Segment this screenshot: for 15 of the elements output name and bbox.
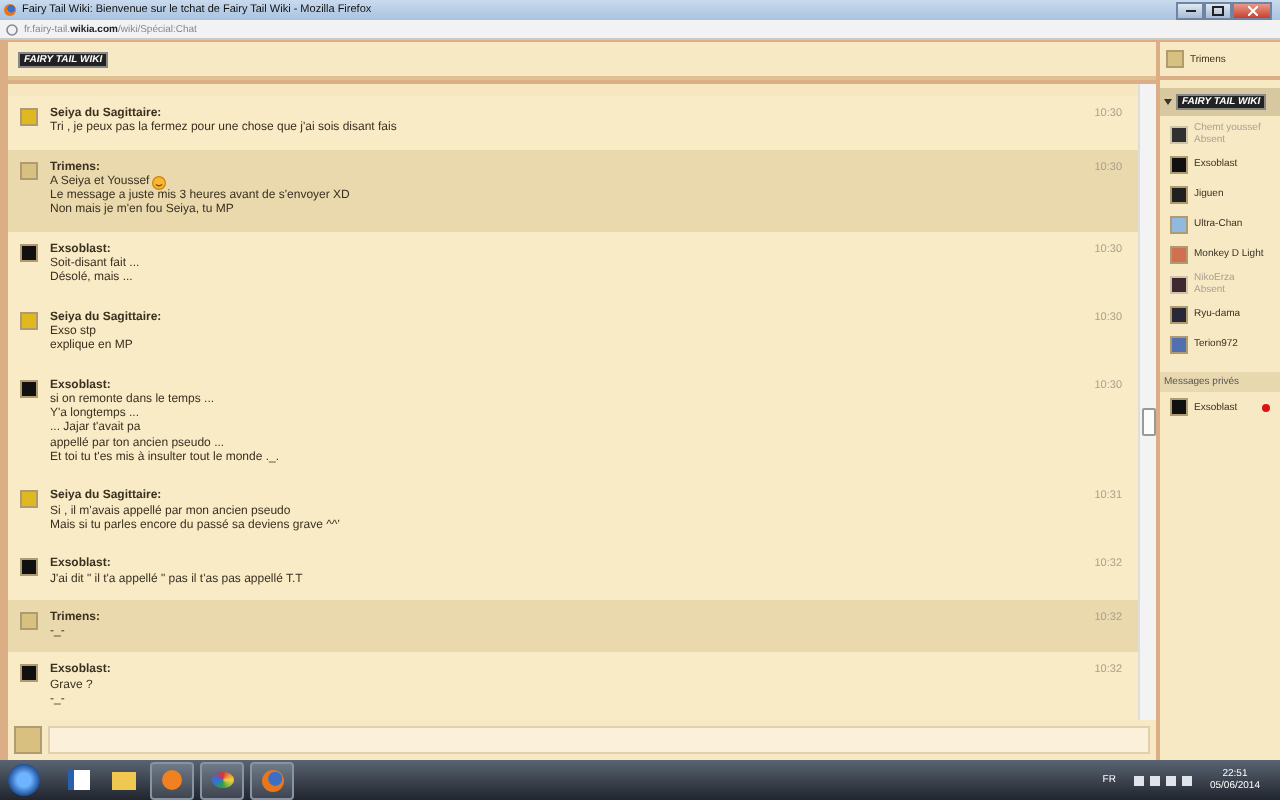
start-button[interactable] [8, 764, 40, 796]
firefox-icon [4, 4, 16, 16]
maximize-button[interactable] [1204, 1, 1232, 19]
avatar-icon [1166, 50, 1184, 68]
paint-icon[interactable] [200, 761, 244, 799]
scrollbar-thumb[interactable] [1142, 408, 1156, 436]
close-icon [1247, 5, 1257, 15]
caret-icon [1164, 98, 1172, 106]
minimize-button[interactable] [1176, 1, 1204, 19]
tray-icon[interactable] [1133, 775, 1144, 785]
close-button[interactable] [1232, 1, 1272, 19]
globe-icon [6, 23, 18, 35]
message-input[interactable] [48, 726, 1150, 754]
firefox-icon[interactable] [250, 761, 294, 799]
scrollbar[interactable] [1138, 84, 1156, 720]
